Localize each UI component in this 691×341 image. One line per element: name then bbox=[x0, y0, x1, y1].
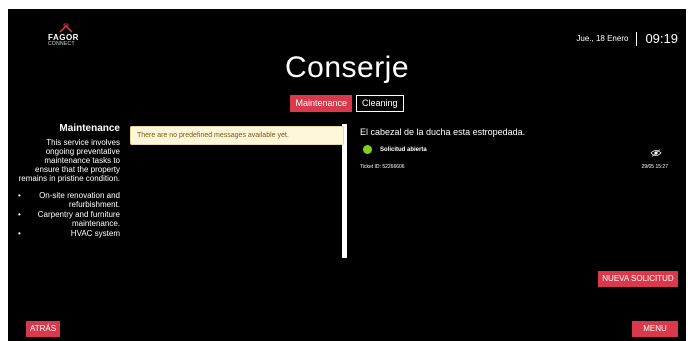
service-info-panel: Maintenance This service involves ongoin… bbox=[18, 123, 120, 259]
page-title: Conserje bbox=[284, 51, 410, 84]
ticket-status: Solicitud abierta bbox=[360, 145, 668, 154]
ticket-datetime: 29/05 15:27 bbox=[641, 164, 668, 170]
service-info-list: On-site renovation and refurbishment. Ca… bbox=[18, 191, 120, 238]
back-button[interactable]: ATRÁS bbox=[26, 321, 60, 337]
list-item: On-site renovation and refurbishment. bbox=[18, 191, 120, 209]
ticket-meta: Ticket ID: 52266606 29/05 15:27 bbox=[360, 164, 668, 170]
tab-cleaning[interactable]: Cleaning bbox=[356, 95, 404, 112]
clock-time: 09:19 bbox=[645, 31, 678, 46]
list-item: Carpentry and furniture maintenance. bbox=[18, 210, 120, 228]
service-info-description: This service involves ongoing preventati… bbox=[18, 138, 120, 183]
status-text: Solicitud abierta bbox=[380, 146, 427, 153]
tab-maintenance[interactable]: Maintenance bbox=[290, 95, 352, 112]
app-screen: FAGOR CONNECT Jue., 18 Enero 09:19 Conse… bbox=[8, 9, 686, 341]
brand-subtitle: CONNECT bbox=[48, 41, 75, 47]
no-messages-notice: There are no predefined messages availab… bbox=[130, 126, 344, 145]
menu-button[interactable]: MENU bbox=[632, 321, 678, 337]
list-item: HVAC system bbox=[18, 229, 120, 238]
house-logo-icon bbox=[59, 23, 73, 33]
new-request-button[interactable]: NUEVA SOLICITUD bbox=[598, 271, 678, 287]
ticket-title: El cabezal de la ducha esta estropedada. bbox=[360, 127, 526, 137]
clock-divider bbox=[636, 31, 638, 46]
clock: Jue., 18 Enero 09:19 bbox=[576, 31, 678, 46]
service-info-title: Maintenance bbox=[59, 123, 120, 134]
eye-icon[interactable] bbox=[650, 149, 662, 157]
brand-logo: FAGOR CONNECT bbox=[48, 23, 88, 47]
status-indicator-icon bbox=[363, 145, 372, 154]
clock-date: Jue., 18 Enero bbox=[576, 34, 629, 43]
service-tabs: Maintenance Cleaning bbox=[8, 95, 686, 112]
messages-panel: There are no predefined messages availab… bbox=[128, 124, 347, 258]
ticket-card[interactable]: El cabezal de la ducha esta estropedada.… bbox=[360, 127, 668, 170]
ticket-id: Ticket ID: 52266606 bbox=[360, 164, 405, 170]
